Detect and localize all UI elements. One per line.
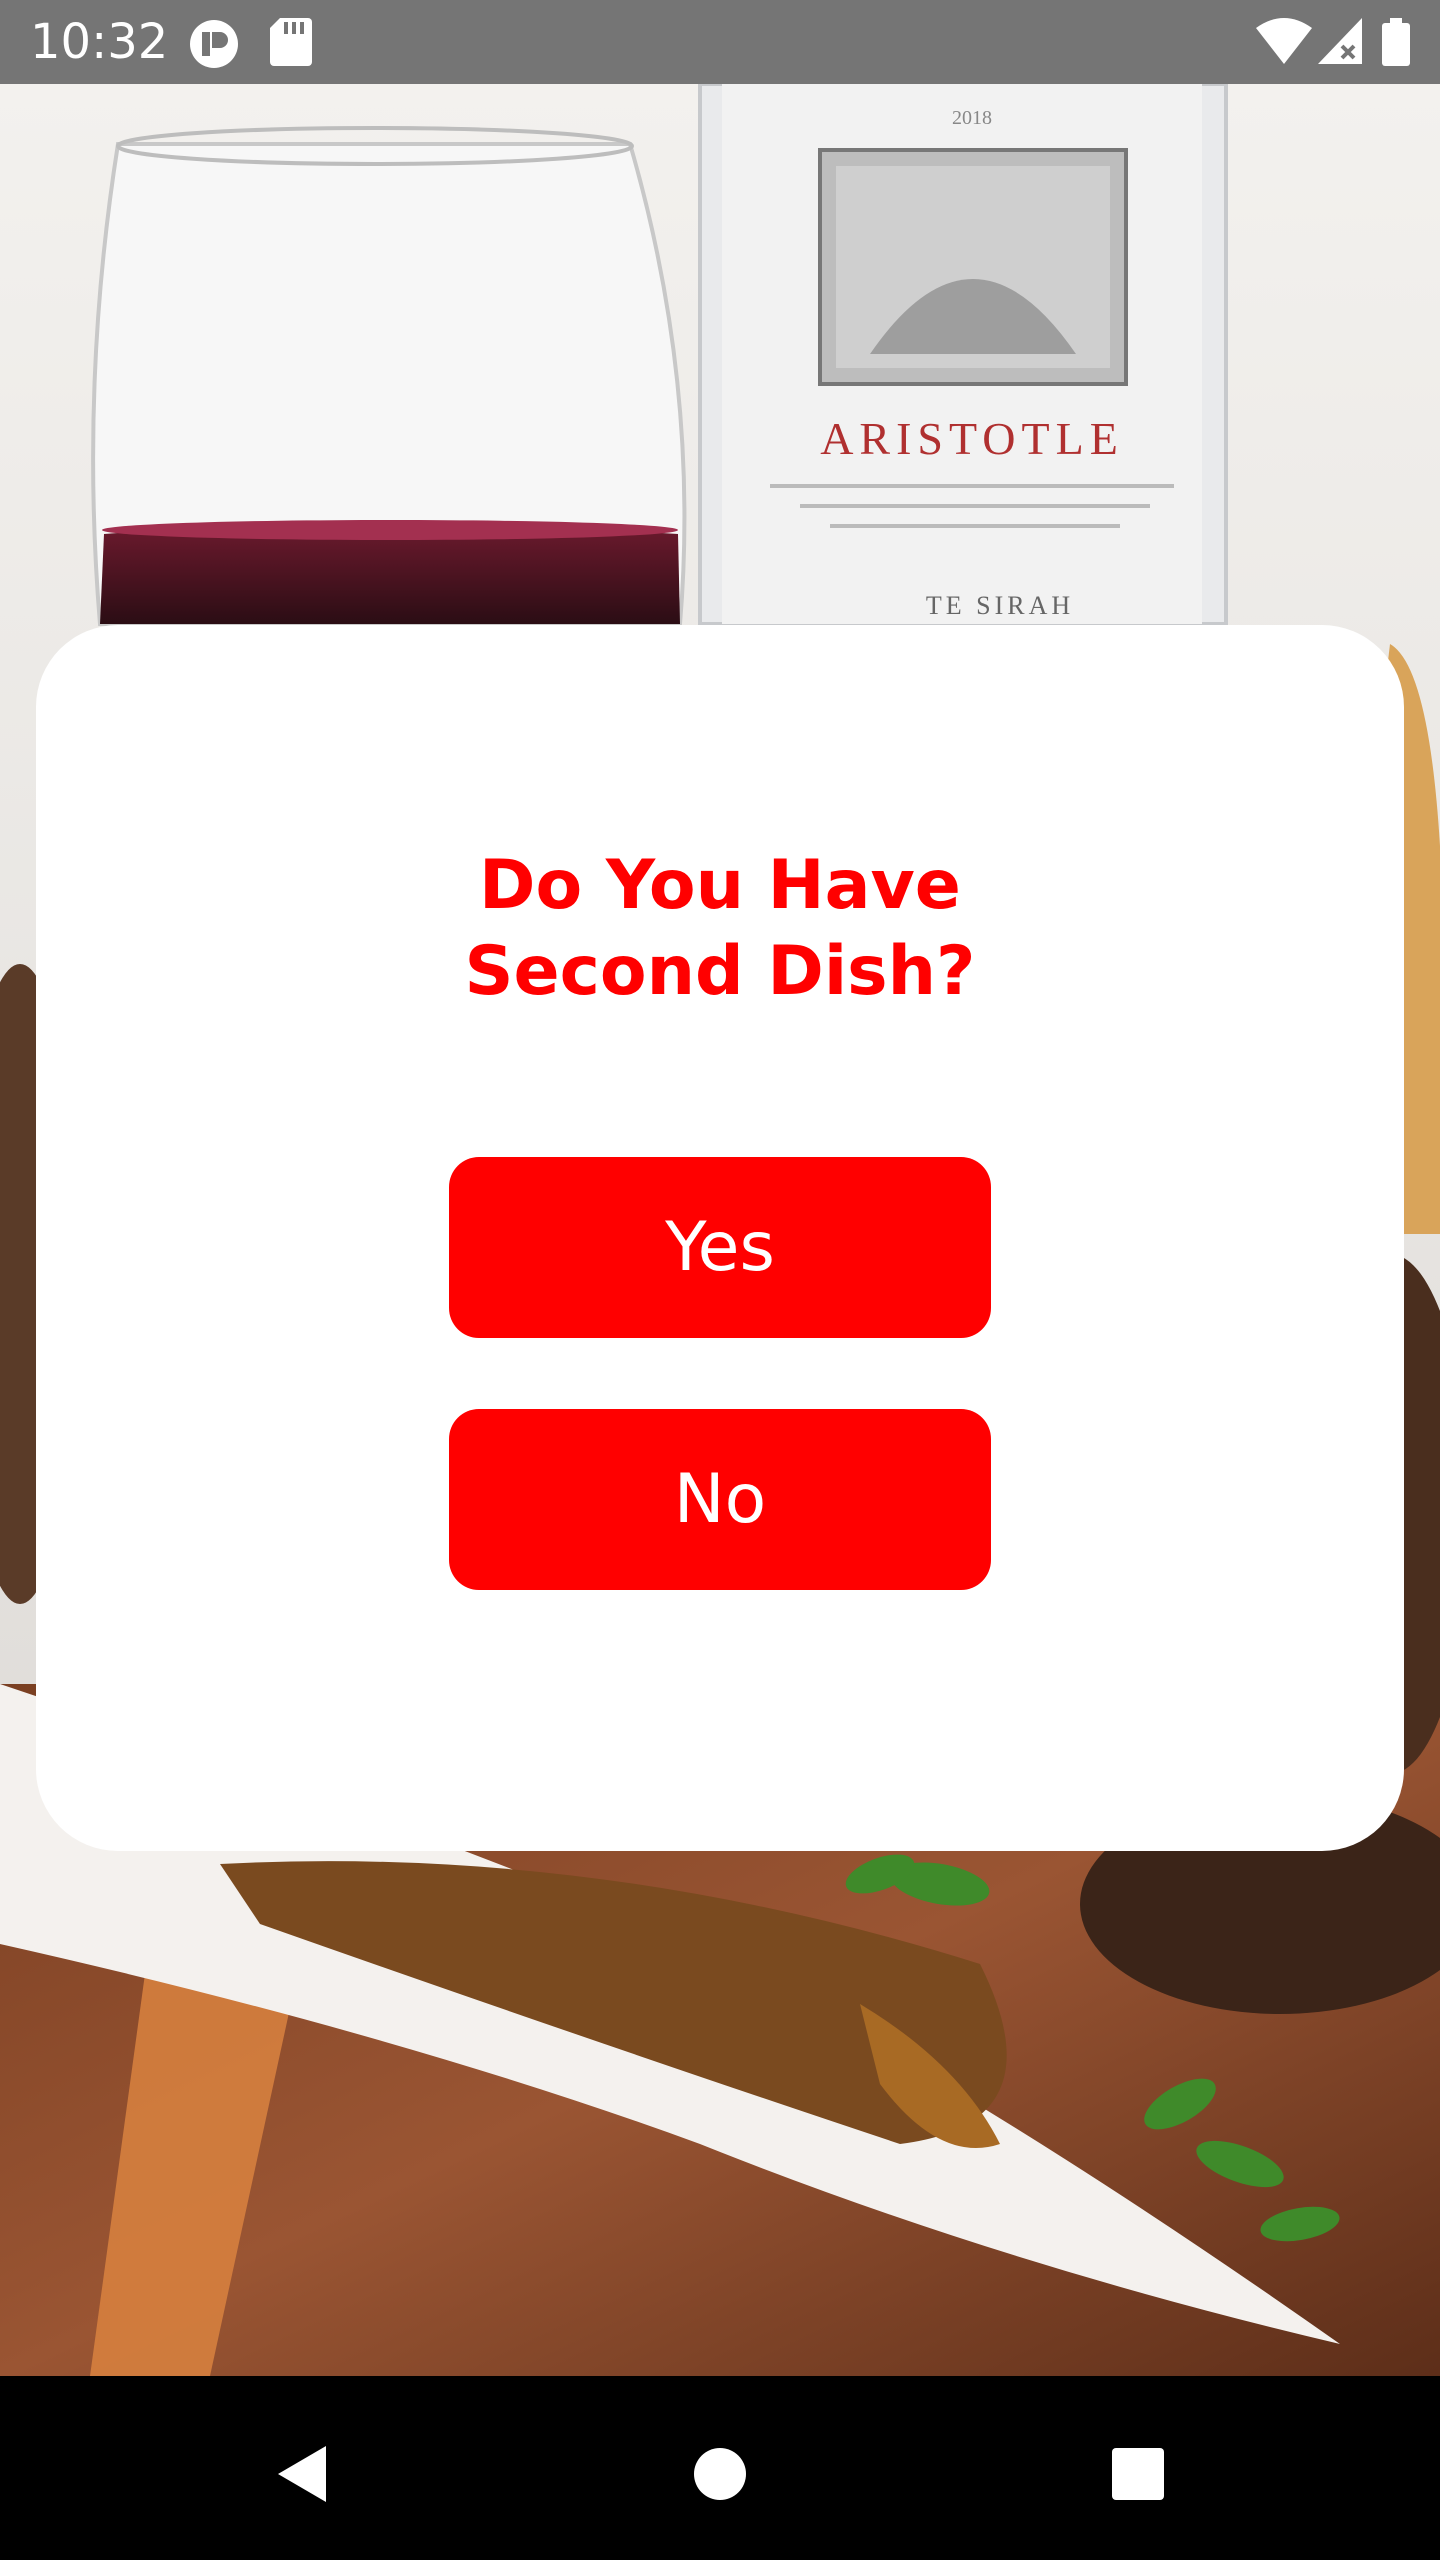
home-icon[interactable] [688,2442,752,2506]
back-icon[interactable] [270,2442,334,2506]
sd-card-icon [270,18,312,66]
wifi-icon [1256,18,1312,64]
status-time: 10:32 [30,14,169,70]
navigation-bar [0,2388,1440,2560]
yes-button[interactable]: Yes [449,1157,991,1338]
bottle-variety-text: TE SIRAH [926,591,1074,620]
app-notification-icon [190,20,238,68]
second-dish-dialog: Do You Have Second Dish? Yes No [36,625,1404,1851]
recents-icon[interactable] [1106,2442,1170,2506]
no-button[interactable]: No [449,1409,991,1590]
battery-icon [1382,18,1410,66]
dialog-title-line2: Second Dish? [464,932,976,1011]
bottle-year: 2018 [952,107,992,129]
status-bar: 10:32 [0,0,1440,84]
dialog-title: Do You Have Second Dish? [36,843,1404,1015]
bottle-label-text: ARISTOTLE [820,413,1124,464]
dialog-title-line1: Do You Have [479,846,961,925]
signal-icon [1318,18,1362,64]
